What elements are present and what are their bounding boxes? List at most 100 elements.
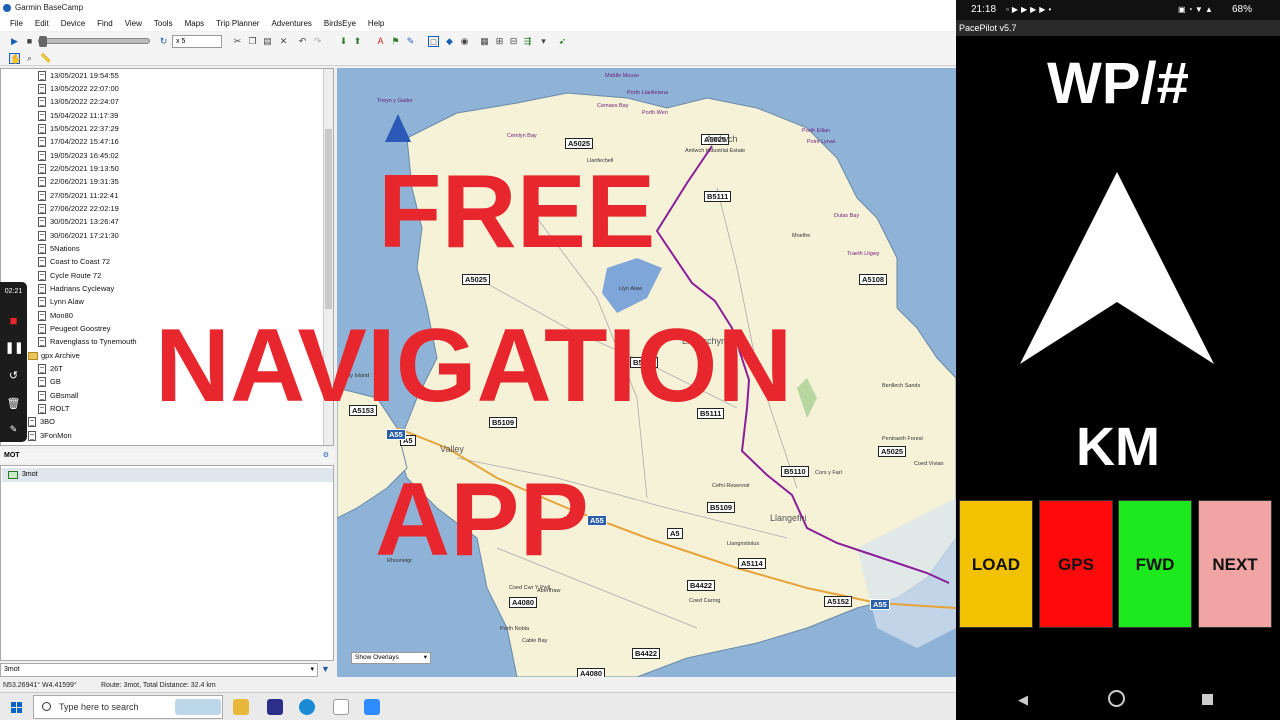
send-icon[interactable]: ⬆ (352, 36, 363, 47)
phone-status-bar: 21:18 ▫▶▶▶▶• ▣ ◔ ▼ ▲ 68% (956, 0, 1280, 20)
weather-widget-icon[interactable] (175, 699, 221, 715)
basecamp-window: Garmin BaseCamp File Edit Device Find Vi… (0, 0, 956, 692)
list-item[interactable]: 5Nations (38, 242, 80, 255)
list-item[interactable]: 17/04/2022 15:47:16 (38, 135, 119, 148)
list-item[interactable]: ROLT (38, 402, 69, 415)
home-icon[interactable] (1108, 690, 1125, 707)
folder-gpx-archive[interactable]: gpx Archive (28, 349, 80, 362)
edge-icon[interactable] (299, 699, 315, 715)
stop-recording-icon[interactable]: ■ (5, 312, 22, 329)
menu-trip-planner[interactable]: Trip Planner (210, 16, 265, 31)
menu-view[interactable]: View (119, 16, 148, 31)
document-app-icon[interactable] (333, 699, 349, 715)
redo-icon[interactable]: ↷ (312, 36, 323, 47)
play-icon[interactable]: ▶ (9, 36, 20, 47)
app-icon[interactable] (267, 699, 283, 715)
globe-icon[interactable]: ◉ (459, 36, 470, 47)
compass-north-icon[interactable] (385, 114, 411, 142)
delete-icon[interactable]: ✕ (278, 36, 289, 47)
menu-tools[interactable]: Tools (148, 16, 179, 31)
copy-icon[interactable]: ❐ (247, 36, 258, 47)
settings-gear-icon[interactable]: ⚙ (323, 449, 329, 463)
pause-icon[interactable]: ❚❚ (5, 340, 23, 357)
playback-slider[interactable] (38, 36, 150, 47)
list-item[interactable]: 19/05/2023 16:45:02 (38, 149, 119, 162)
scroll-thumb[interactable] (325, 129, 332, 309)
list-item[interactable]: GB (38, 375, 61, 388)
list-item[interactable]: Peugeot Goostrey (38, 322, 110, 335)
menu-device[interactable]: Device (55, 16, 91, 31)
gps-button[interactable]: GPS (1039, 500, 1113, 628)
list-item[interactable]: 26T (38, 362, 63, 375)
stop-icon[interactable]: ■ (24, 36, 35, 47)
list-item[interactable]: 13/05/2021 19:54:55 (38, 69, 119, 82)
trash-icon[interactable]: 🗑 (5, 396, 22, 413)
send-to-device-icon[interactable]: ➹ (557, 36, 568, 47)
receive-icon[interactable]: ⬇ (338, 36, 349, 47)
chevron-down-icon[interactable]: ▾ (538, 36, 549, 47)
route-row-3mot[interactable]: 3mot (2, 468, 333, 482)
list-item[interactable]: Cycle Route 72 (38, 269, 101, 282)
slider-thumb[interactable] (39, 36, 47, 47)
menu-help[interactable]: Help (362, 16, 390, 31)
document-icon (38, 163, 46, 174)
windows-start-icon[interactable] (11, 702, 22, 713)
list-item[interactable]: Mon80 (38, 309, 73, 322)
ruler-icon[interactable]: 📏 (40, 53, 51, 64)
recents-icon[interactable] (1202, 694, 1213, 705)
list-item[interactable]: 27/05/2021 11:22:41 (38, 189, 118, 202)
menu-adventures[interactable]: Adventures (265, 16, 317, 31)
menu-file[interactable]: File (4, 16, 29, 31)
menu-maps[interactable]: Maps (179, 16, 211, 31)
list-item[interactable]: Ravenglass to Tynemouth (38, 335, 137, 348)
file-explorer-icon[interactable] (233, 699, 249, 715)
list-item[interactable]: 22/06/2021 19:31:35 (38, 175, 119, 188)
list-item[interactable]: GBsmall (38, 389, 78, 402)
document-icon (38, 190, 46, 201)
loop-icon[interactable]: ↻ (158, 36, 169, 47)
zoom-tool-icon[interactable]: ⌕ (24, 53, 35, 64)
list-item[interactable]: 13/05/2022 22:07:00 (38, 82, 119, 95)
draw-icon[interactable]: ✎ (5, 421, 22, 438)
list-item[interactable]: 30/06/2021 17:21:30 (38, 229, 119, 242)
list-item[interactable]: Hadrians Cycleway (38, 282, 114, 295)
list-item[interactable]: 13/05/2022 22:24:07 (38, 95, 119, 108)
list-item[interactable]: 3BO (28, 415, 55, 428)
list-item[interactable]: Lynn Alaw (38, 295, 84, 308)
speed-select[interactable]: x 5 (172, 35, 222, 48)
waypoint-flag-icon[interactable]: ⚑ (390, 36, 401, 47)
list-item[interactable]: 3FonMon (28, 429, 72, 442)
next-button[interactable]: NEXT (1198, 500, 1272, 628)
list-item[interactable]: 27/06/2022 22:02:19 (38, 202, 119, 215)
text-tool-icon[interactable]: A (375, 36, 386, 47)
list-item[interactable]: 15/05/2021 22:37:29 (38, 122, 119, 135)
menu-find[interactable]: Find (91, 16, 119, 31)
fwd-button[interactable]: FWD (1118, 500, 1192, 628)
menu-edit[interactable]: Edit (29, 16, 55, 31)
restart-icon[interactable]: ↺ (5, 368, 22, 385)
list-item[interactable]: Coast to Coast 72 (38, 255, 110, 268)
menu-birdseye[interactable]: BirdsEye (318, 16, 362, 31)
list-item[interactable]: 22/05/2021 19:13:50 (38, 162, 119, 175)
show-overlays-select[interactable]: Show Overlays ▾ (351, 652, 431, 664)
filter-icon[interactable]: ▼ (320, 664, 331, 675)
route-tool-icon[interactable]: ✎ (405, 36, 416, 47)
load-button[interactable]: LOAD (959, 500, 1033, 628)
measure-icon[interactable]: ⊟ (508, 36, 519, 47)
undo-icon[interactable]: ↶ (297, 36, 308, 47)
zoom-app-icon[interactable] (364, 699, 380, 715)
zoom-fit-icon[interactable]: ⊞ (494, 36, 505, 47)
list-item[interactable]: 30/05/2021 13:26:47 (38, 215, 119, 228)
hand-tool-icon[interactable]: ✋ (9, 53, 21, 64)
map-label: Coed Carrog (689, 598, 721, 604)
tracks-icon[interactable]: ⇶ (522, 36, 533, 47)
cut-icon[interactable]: ✂ (232, 36, 243, 47)
paste-icon[interactable]: ▤ (262, 36, 273, 47)
grid-icon[interactable]: ▦ (479, 36, 490, 47)
map-label: Llangefni (770, 513, 807, 523)
back-icon[interactable]: ◀ (1018, 692, 1028, 708)
2d-view-icon[interactable]: □ (428, 36, 439, 47)
list-item[interactable]: 15/04/2022 11:17:39 (38, 109, 118, 122)
collection-select[interactable]: 3mot ▾ (0, 663, 318, 677)
3d-view-icon[interactable]: ◆ (444, 36, 455, 47)
